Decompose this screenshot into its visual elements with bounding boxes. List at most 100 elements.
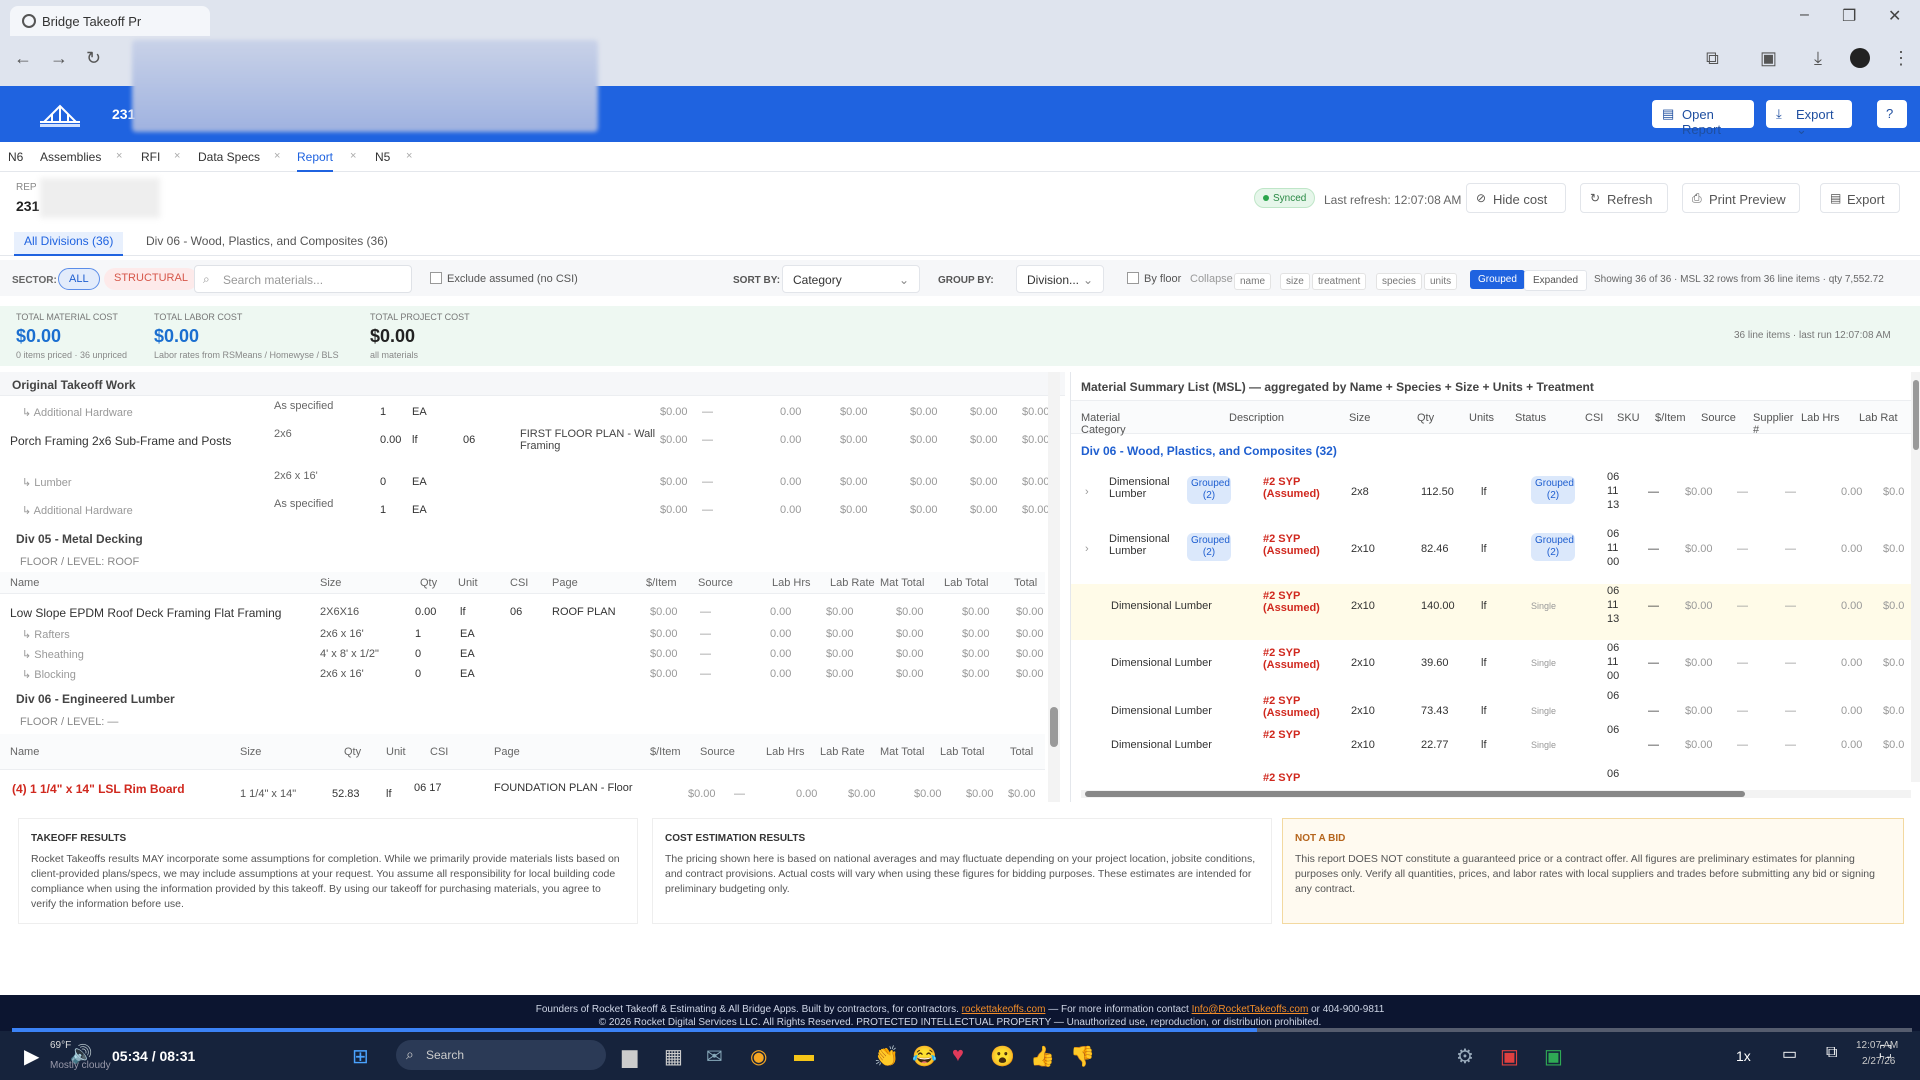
line-item-name[interactable]: ↳ Sheathing: [22, 648, 84, 661]
mail-icon[interactable]: ✉: [706, 1044, 723, 1069]
close-tab-icon[interactable]: ×: [174, 150, 180, 162]
pip-icon[interactable]: ⧉: [1826, 1044, 1837, 1062]
exclude-assumed-checkbox[interactable]: [430, 272, 442, 284]
left-scrollbar[interactable]: [1048, 372, 1060, 802]
pdf-app-icon[interactable]: ▣: [1500, 1044, 1519, 1069]
group-by-select[interactable]: Division... ⌄: [1016, 265, 1104, 293]
help-button[interactable]: ?: [1877, 100, 1907, 128]
line-item-name[interactable]: Low Slope EPDM Roof Deck Framing Flat Fr…: [10, 606, 281, 620]
material-category[interactable]: Dimensional Lumber: [1109, 476, 1179, 500]
sort-by-value: Category: [793, 273, 842, 287]
lab-rate: $0.00: [826, 668, 854, 680]
sector-structural-button[interactable]: STRUCTURAL: [104, 268, 198, 290]
thumbs-down-icon[interactable]: 👎: [1070, 1044, 1095, 1069]
tab-div06[interactable]: Div 06 - Wood, Plastics, and Composites …: [146, 234, 388, 248]
excel-app-icon[interactable]: ▣: [1544, 1044, 1563, 1069]
close-tab-icon[interactable]: ×: [406, 150, 412, 162]
taskbar-search[interactable]: ⌕ Search: [396, 1040, 606, 1070]
collapse-species-chip[interactable]: species: [1376, 273, 1422, 290]
horizontal-scrollbar[interactable]: [1081, 790, 1911, 798]
tab-assemblies[interactable]: Assemblies: [40, 150, 101, 164]
line-item-name[interactable]: ↳ Additional Hardware: [22, 406, 133, 419]
collapse-name-chip[interactable]: name: [1234, 273, 1272, 290]
windows-start-icon[interactable]: ⊞: [352, 1044, 369, 1069]
hide-cost-button[interactable]: ⊘ Hide cost: [1466, 183, 1566, 213]
close-tab-icon[interactable]: ×: [274, 150, 280, 162]
export-button[interactable]: ▤ Export: [1820, 183, 1900, 213]
laugh-reaction-icon[interactable]: 😂: [912, 1044, 937, 1069]
close-tab-icon[interactable]: ×: [116, 150, 122, 162]
export-label: Export: [1847, 192, 1885, 207]
profile-avatar[interactable]: [1850, 48, 1870, 68]
column-header: Unit: [458, 577, 478, 589]
playback-speed[interactable]: 1x: [1736, 1048, 1751, 1064]
line-item-name[interactable]: ↳ Additional Hardware: [22, 504, 133, 517]
expand-chevron-icon[interactable]: ›: [1085, 486, 1089, 498]
line-item-name[interactable]: ↳ Blocking: [22, 668, 76, 681]
heart-reaction-icon[interactable]: ♥: [952, 1044, 964, 1067]
thumbs-up-icon[interactable]: 👍: [1030, 1044, 1055, 1069]
download-icon[interactable]: ⤓: [1814, 48, 1822, 69]
refresh-button[interactable]: ↻ Refresh: [1580, 183, 1668, 213]
scrollbar-thumb[interactable]: [1913, 380, 1919, 450]
collapse-units-chip[interactable]: units: [1424, 273, 1458, 290]
scrollbar-thumb[interactable]: [1050, 707, 1058, 747]
material-category[interactable]: Dimensional Lumber: [1111, 739, 1212, 751]
collapse-treatment-chip[interactable]: treatment: [1312, 273, 1367, 290]
grouped-toggle[interactable]: Grouped: [1470, 270, 1525, 289]
line-item-name[interactable]: ↳ Rafters: [22, 628, 70, 641]
clap-reaction-icon[interactable]: 👏: [874, 1044, 899, 1069]
scrollbar-thumb[interactable]: [1085, 791, 1745, 797]
material-category[interactable]: Dimensional Lumber: [1109, 533, 1179, 557]
by-floor-checkbox[interactable]: [1127, 272, 1139, 284]
material-category[interactable]: Dimensional Lumber: [1111, 657, 1212, 669]
export-dropdown-button[interactable]: ⤓ Export ⌄: [1766, 100, 1852, 137]
line-item-name[interactable]: ↳ Lumber: [22, 476, 72, 489]
print-preview-button[interactable]: ⎙ Print Preview: [1682, 183, 1800, 213]
close-tab-icon[interactable]: ×: [350, 150, 356, 162]
material-category[interactable]: Dimensional Lumber: [1111, 705, 1212, 717]
calculator-icon[interactable]: ▦: [664, 1044, 683, 1069]
line-item-name[interactable]: Porch Framing 2x6 Sub-Frame and Posts: [10, 434, 231, 448]
extensions-icon[interactable]: ⧉: [1706, 48, 1719, 69]
expanded-toggle[interactable]: Expanded: [1524, 270, 1588, 291]
column-header: Source: [698, 577, 733, 589]
collapse-size-chip[interactable]: size: [1280, 273, 1310, 290]
menu-icon[interactable]: ⋮: [1892, 48, 1910, 69]
column-header: Unit: [386, 746, 406, 758]
fullscreen-icon[interactable]: ⛶: [1880, 1044, 1891, 1062]
browser-tab[interactable]: Bridge Takeoff Pr: [10, 6, 210, 36]
sector-all-button[interactable]: ALL: [58, 268, 100, 290]
theater-mode-icon[interactable]: ▭: [1782, 1044, 1797, 1064]
open-report-button[interactable]: ▤ Open Report: [1652, 100, 1754, 137]
folder-icon[interactable]: ▬: [794, 1044, 814, 1067]
sort-by-select[interactable]: Category ⌄: [782, 265, 920, 293]
app-icon[interactable]: ◉: [750, 1044, 767, 1069]
tab-n5[interactable]: N5: [375, 150, 390, 164]
reload-icon[interactable]: ↻: [86, 48, 101, 69]
cast-icon[interactable]: ▣: [1760, 48, 1777, 69]
wow-reaction-icon[interactable]: 😮: [990, 1044, 1015, 1069]
minimize-icon[interactable]: –: [1800, 6, 1809, 24]
back-icon[interactable]: ←: [14, 48, 32, 69]
collapse-label: Collapse: [1190, 273, 1233, 285]
material-category[interactable]: Dimensional Lumber: [1111, 600, 1212, 612]
search-materials-input[interactable]: ⌕ Search materials...: [194, 265, 412, 293]
close-window-icon[interactable]: ✕: [1888, 6, 1901, 26]
right-scrollbar[interactable]: [1911, 372, 1920, 782]
expand-chevron-icon[interactable]: ›: [1085, 543, 1089, 555]
restore-icon[interactable]: ❐: [1842, 6, 1856, 26]
footer-email-link[interactable]: Info@RocketTakeoffs.com: [1192, 1004, 1309, 1015]
line-item-name[interactable]: (4) 1 1/4" x 14" LSL Rim Board: [12, 782, 185, 796]
settings-icon[interactable]: ⚙: [1456, 1044, 1474, 1069]
tab-all-divisions[interactable]: All Divisions (36): [14, 232, 124, 256]
file-explorer-icon[interactable]: ▆: [622, 1044, 637, 1069]
forward-icon[interactable]: →: [50, 48, 68, 69]
footer-website-link[interactable]: rockettakeoffs.com: [962, 1004, 1046, 1015]
play-icon[interactable]: ▶: [24, 1044, 39, 1069]
tab-rfi[interactable]: RFI: [141, 150, 160, 164]
tab-report[interactable]: Report: [297, 150, 334, 172]
sku: —: [1648, 739, 1659, 751]
tab-data-specs[interactable]: Data Specs: [198, 150, 260, 164]
tab-n6[interactable]: N6: [8, 150, 23, 164]
